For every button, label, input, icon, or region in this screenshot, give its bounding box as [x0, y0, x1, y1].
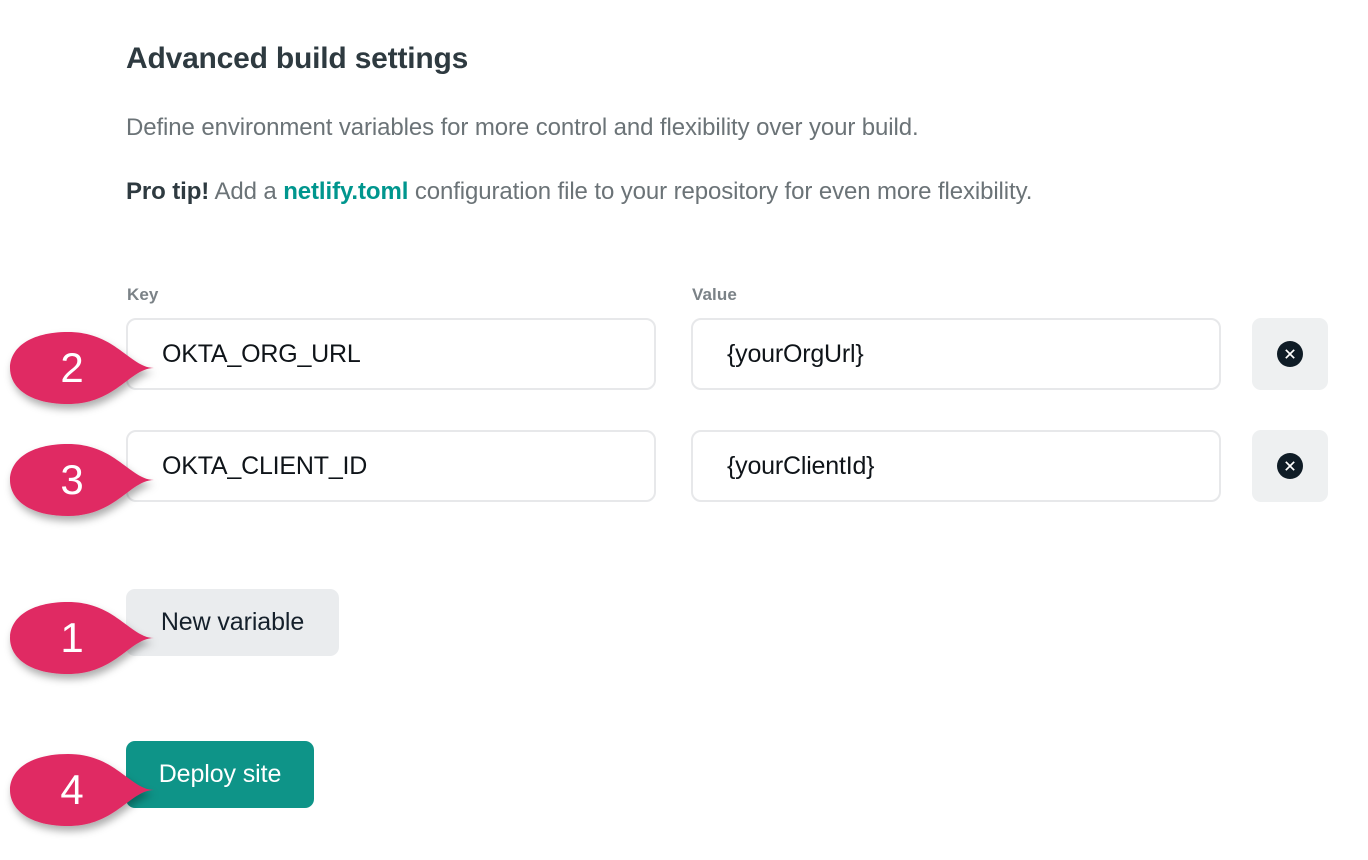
key-input-row-2[interactable]: OKTA_CLIENT_ID — [126, 430, 656, 502]
delete-variable-button-row-2[interactable] — [1252, 430, 1328, 502]
value-input-row-1[interactable]: {yourOrgUrl} — [691, 318, 1221, 390]
callout-number: 1 — [2, 586, 120, 690]
page-title: Advanced build settings — [126, 42, 468, 76]
delete-variable-button-row-1[interactable] — [1252, 318, 1328, 390]
deploy-site-button[interactable]: Deploy site — [126, 741, 314, 808]
close-circle-icon — [1277, 341, 1303, 367]
callout-number: 2 — [2, 316, 120, 420]
page-description: Define environment variables for more co… — [126, 114, 919, 142]
callout-number: 3 — [2, 428, 120, 532]
key-input-row-1[interactable]: OKTA_ORG_URL — [126, 318, 656, 390]
pro-tip-text: Pro tip! Add a netlify.toml configuratio… — [126, 178, 1032, 206]
value-input-row-2[interactable]: {yourClientId} — [691, 430, 1221, 502]
callout-number: 4 — [2, 738, 120, 842]
key-column-label: Key — [127, 285, 159, 305]
netlify-toml-link[interactable]: netlify.toml — [283, 178, 408, 205]
close-circle-icon — [1277, 453, 1303, 479]
advanced-build-settings-page: Advanced build settings Define environme… — [0, 0, 1368, 860]
pro-tip-before-link: Add a — [209, 178, 283, 205]
pro-tip-label: Pro tip! — [126, 178, 209, 205]
new-variable-button[interactable]: New variable — [126, 589, 339, 656]
value-column-label: Value — [692, 285, 737, 305]
pro-tip-after-link: configuration file to your repository fo… — [408, 178, 1032, 205]
